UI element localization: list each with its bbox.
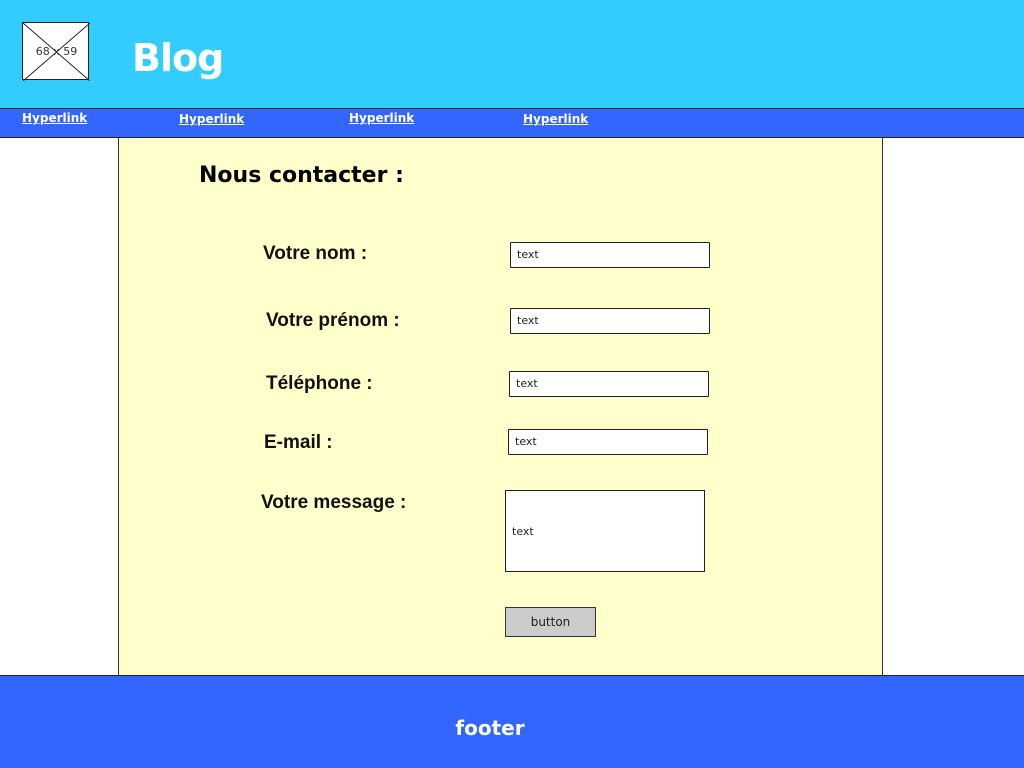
contact-form-panel bbox=[118, 138, 883, 675]
field-label-telephone: Téléphone : bbox=[266, 373, 373, 394]
header: 68 x 59 Blog bbox=[0, 0, 1024, 108]
footer: footer bbox=[0, 675, 1024, 768]
nav-link-2[interactable]: Hyperlink bbox=[179, 112, 244, 126]
telephone-input[interactable]: text bbox=[509, 371, 709, 397]
field-label-message: Votre message : bbox=[261, 492, 407, 513]
field-label-nom: Votre nom : bbox=[263, 243, 368, 264]
page-title: Nous contacter : bbox=[199, 163, 404, 188]
email-input[interactable]: text bbox=[508, 429, 708, 455]
submit-button[interactable]: button bbox=[505, 607, 596, 637]
site-title: Blog bbox=[132, 36, 224, 80]
logo-image-placeholder: 68 x 59 bbox=[22, 22, 90, 81]
nav-link-4[interactable]: Hyperlink bbox=[523, 112, 588, 126]
nav-link-1[interactable]: Hyperlink bbox=[22, 111, 87, 125]
footer-text: footer bbox=[455, 716, 525, 740]
field-label-prenom: Votre prénom : bbox=[266, 310, 400, 331]
nav-link-3[interactable]: Hyperlink bbox=[349, 111, 414, 125]
field-label-email: E-mail : bbox=[264, 432, 333, 453]
navigation-bar: Hyperlink Hyperlink Hyperlink Hyperlink bbox=[0, 108, 1024, 138]
message-textarea[interactable]: text bbox=[505, 490, 705, 572]
nom-input[interactable]: text bbox=[510, 242, 710, 268]
logo-placeholder-label: 68 x 59 bbox=[35, 45, 78, 58]
prenom-input[interactable]: text bbox=[510, 308, 710, 334]
